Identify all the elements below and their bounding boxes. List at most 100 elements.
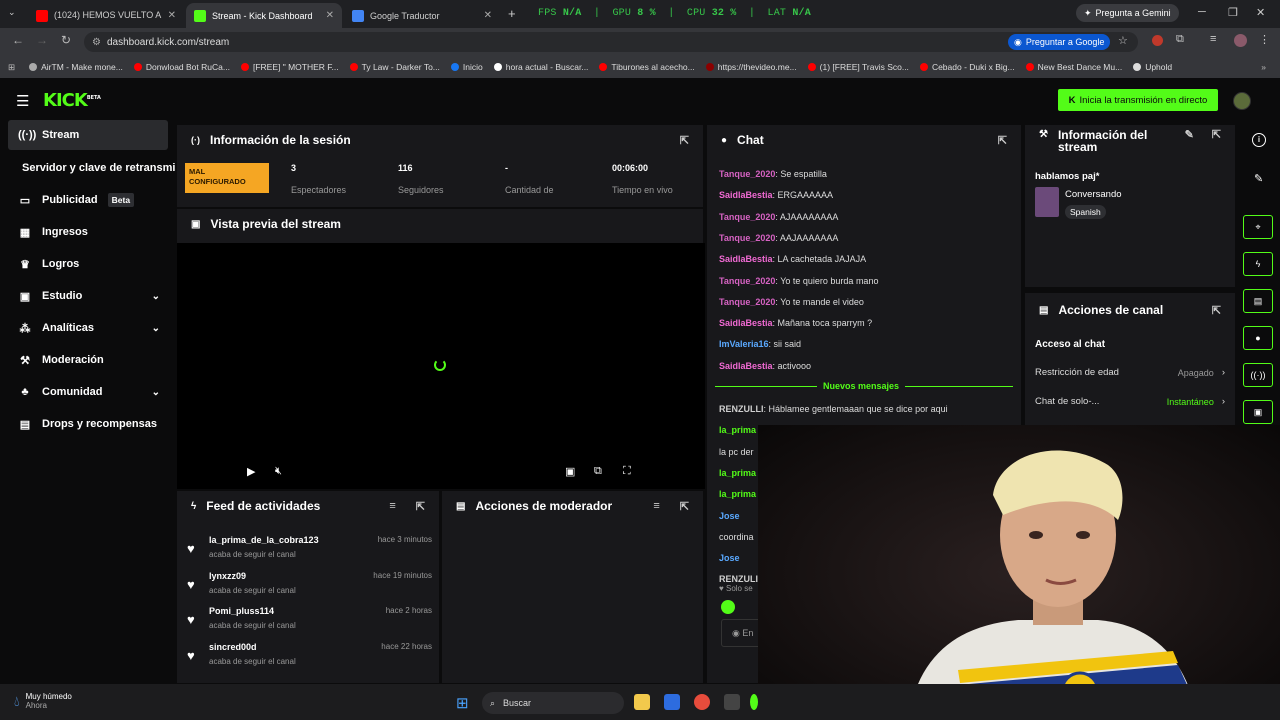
edit-layout-icon[interactable]: ✎ (1254, 172, 1263, 185)
bookmark-item[interactable]: Cebado - Duki x Big... (919, 62, 1015, 72)
bookmark-item[interactable]: Tiburones al acecho... (599, 62, 695, 72)
close-window-icon[interactable]: ✕ (1256, 6, 1265, 19)
url-input[interactable]: ⚙ dashboard.kick.com/stream (84, 32, 1138, 52)
weather-widget[interactable]: 💧︎ Muy húmedo Ahora (14, 692, 72, 710)
taskbar-search[interactable]: ⌕ Buscar (482, 692, 624, 714)
rail-document-icon[interactable]: ▤ (1243, 289, 1273, 313)
reading-list-icon[interactable]: ≡ (1210, 33, 1216, 45)
browser-tab-translate[interactable]: Google Traductor ✕ (344, 3, 500, 28)
back-icon[interactable]: ← (9, 33, 27, 47)
chat-username[interactable]: la_prima (719, 468, 756, 478)
browser-tab-kick[interactable]: Stream - Kick Dashboard ✕ (186, 3, 342, 28)
bookmark-item[interactable]: New Best Dance Mu... (1025, 62, 1122, 72)
store-icon[interactable] (664, 694, 680, 710)
bookmark-item[interactable]: Inicio (450, 62, 483, 72)
browser-menu-icon[interactable]: ⋮ (1259, 33, 1270, 46)
bookmark-item[interactable]: https://thevideo.me... (705, 62, 797, 72)
windows-start-icon[interactable]: ⊞ (456, 694, 469, 712)
apps-grid-icon[interactable]: ⊞ (8, 62, 15, 73)
chat-username[interactable]: Jose (719, 553, 740, 563)
sidebar-item-stream[interactable]: ((·)) Stream (8, 120, 168, 150)
close-tab-icon[interactable]: ✕ (168, 10, 176, 21)
chat-username[interactable]: ImValeria16 (719, 339, 769, 349)
sidebar-item-moderation[interactable]: ⚒ Moderación (8, 345, 168, 375)
user-avatar[interactable] (1233, 92, 1251, 110)
bookmark-item[interactable]: AirTM - Make mone... (29, 62, 123, 72)
bookmark-item[interactable]: (1) [FREE] Travis Sco... (807, 62, 909, 72)
menu-hamburger-icon[interactable]: ☰ (16, 92, 29, 110)
chat-username[interactable]: SaidlaBestia (719, 254, 773, 264)
close-tab-icon[interactable]: ✕ (484, 10, 492, 21)
sidebar-item-achievements[interactable]: ♛ Logros (8, 249, 168, 279)
new-tab-icon[interactable]: + (508, 6, 516, 21)
close-tab-icon[interactable]: ✕ (326, 10, 334, 21)
filter-icon[interactable]: ≡ (389, 500, 395, 512)
edit-icon[interactable]: ✎ (1185, 129, 1194, 141)
minimize-icon[interactable]: ─ (1198, 6, 1206, 18)
sidebar-item-analytics[interactable]: ⁂ Analíticas ⌄ (8, 313, 168, 343)
bookmark-item[interactable]: hora actual - Buscar... (493, 62, 588, 72)
sidebar-item-studio[interactable]: ▣ Estudio ⌄ (8, 281, 168, 311)
chrome-icon[interactable] (694, 694, 710, 710)
chat-username[interactable]: Tanque_2020 (719, 233, 775, 243)
age-restriction-row[interactable]: Restricción de edad Apagado › (1035, 367, 1225, 378)
picture-in-picture-icon[interactable]: ⧉ (594, 465, 602, 478)
chat-username[interactable]: Tanque_2020 (719, 297, 775, 307)
fullscreen-icon[interactable]: ⛶ (623, 465, 631, 478)
extension-icon[interactable] (1152, 35, 1163, 46)
chat-username[interactable]: RENZULLI (719, 404, 764, 414)
bookmark-item[interactable]: Ty Law - Darker To... (349, 62, 440, 72)
maximize-icon[interactable]: ❐ (1228, 6, 1238, 19)
chat-username[interactable]: SaidlaBestia (719, 361, 773, 371)
chat-username[interactable]: la_prima (719, 425, 756, 435)
bookmark-item[interactable]: Donwload Bot RuCa... (133, 62, 230, 72)
chat-username[interactable]: SaidlaBestia (719, 318, 773, 328)
popout-icon[interactable]: ⇱ (416, 500, 425, 513)
file-explorer-icon[interactable] (634, 694, 650, 710)
bookmarks-overflow-icon[interactable]: » (1261, 62, 1266, 72)
info-icon[interactable]: i (1252, 133, 1266, 147)
app-icon[interactable] (750, 694, 758, 710)
rail-broadcast-icon[interactable]: ((·)) (1243, 363, 1273, 387)
chat-username[interactable]: Tanque_2020 (719, 212, 775, 222)
browser-tab-youtube[interactable]: (1024) HEMOS VUELTO A F 🎯 F ✕ (28, 3, 184, 28)
chat-username[interactable]: RENZULI (719, 574, 758, 584)
bookmark-item[interactable]: [FREE] " MOTHER F... (240, 62, 339, 72)
go-live-button[interactable]: K Inicia la transmisión en directo (1058, 89, 1218, 111)
chat-username[interactable]: Tanque_2020 (719, 169, 775, 179)
rail-target-icon[interactable]: ⌖ (1243, 215, 1273, 239)
site-info-icon[interactable]: ⚙ (92, 37, 101, 48)
bookmark-item[interactable]: Uphold (1133, 62, 1172, 72)
chat-username[interactable]: SaidlaBestia (719, 190, 773, 200)
theater-mode-icon[interactable]: ▣ (565, 465, 575, 478)
sidebar-item-community[interactable]: ♣ Comunidad ⌄ (8, 377, 168, 407)
reload-icon[interactable]: ↻ (57, 33, 75, 47)
mute-icon[interactable]: 🔇︎ (275, 465, 282, 478)
app-icon[interactable] (724, 694, 740, 710)
chat-input[interactable]: ◉ En (721, 619, 761, 647)
chat-username[interactable]: Jose (719, 511, 740, 521)
ask-google-button[interactable]: ◉ Preguntar a Google (1008, 34, 1111, 50)
popout-icon[interactable]: ⇱ (1212, 304, 1221, 317)
rail-channel-icon[interactable]: ▣ (1243, 400, 1273, 424)
gemini-button[interactable]: ✦ Pregunta a Gemini (1076, 4, 1179, 22)
tab-list-dropdown-icon[interactable]: ⌄ (8, 7, 16, 18)
chat-username[interactable]: la_prima (719, 489, 756, 499)
sidebar-item-income[interactable]: ▦ Ingresos (8, 217, 168, 247)
kick-logo[interactable]: KICKBETA (43, 90, 101, 111)
bookmark-star-icon[interactable]: ☆ (1118, 34, 1128, 47)
sidebar-item-drops[interactable]: ▤ Drops y recompensas (8, 409, 168, 439)
chat-username[interactable]: Tanque_2020 (719, 276, 775, 286)
play-icon[interactable]: ▶ (247, 465, 255, 478)
chat-mode-row[interactable]: Chat de solo-... Instantáneo › (1035, 396, 1225, 407)
sidebar-item-ads[interactable]: ▭ Publicidad Beta (8, 185, 168, 215)
emote-icon[interactable] (721, 600, 735, 614)
rail-chat-icon[interactable]: ● (1243, 326, 1273, 350)
sidebar-item-server-key[interactable]: Servidor y clave de retransmisión (20, 153, 180, 183)
popout-icon[interactable]: ⇱ (1212, 129, 1221, 141)
popout-icon[interactable]: ⇱ (680, 500, 689, 513)
popout-icon[interactable]: ⇱ (998, 134, 1007, 147)
profile-avatar[interactable] (1234, 34, 1247, 47)
forward-icon[interactable]: → (33, 33, 51, 47)
extensions-puzzle-icon[interactable]: ⧉ (1176, 33, 1184, 46)
